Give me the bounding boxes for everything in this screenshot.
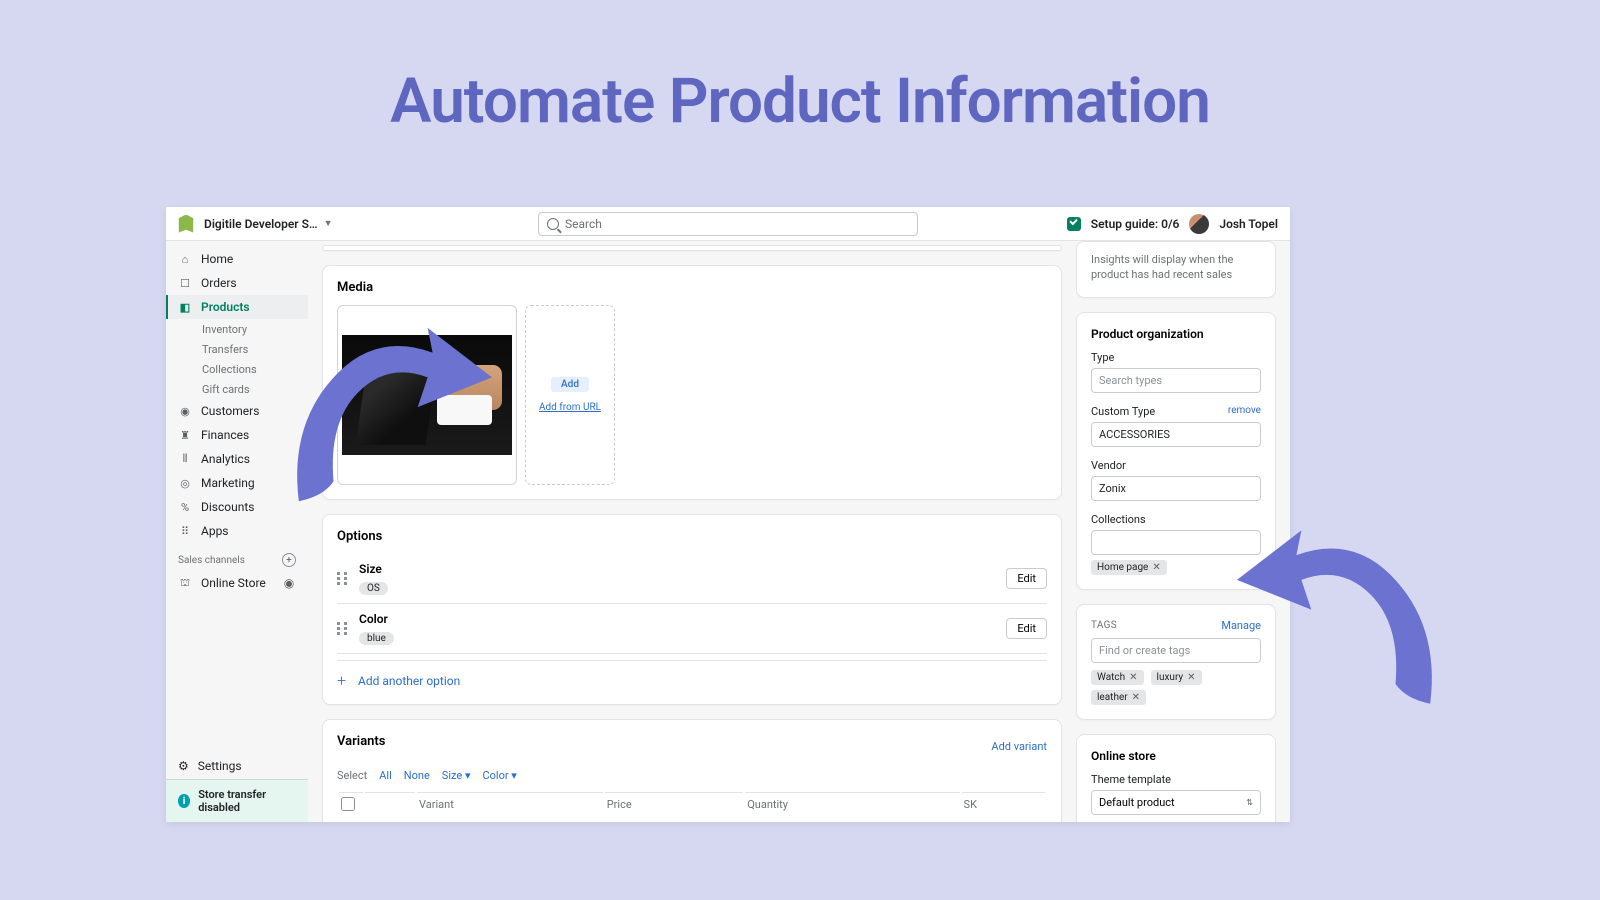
vendor-label: Vendor xyxy=(1091,459,1261,472)
customers-icon: ◉ xyxy=(178,404,192,418)
setup-badge-icon xyxy=(1067,217,1081,231)
add-variant-link[interactable]: Add variant xyxy=(991,740,1047,753)
collection-chip: Home page✕ xyxy=(1091,560,1167,575)
setup-guide[interactable]: Setup guide: 0/6 xyxy=(1091,217,1180,231)
online-store-heading: Online store xyxy=(1091,749,1261,763)
drag-handle-icon[interactable] xyxy=(337,572,349,585)
finances-icon: ♜ xyxy=(178,428,192,442)
tag-chip: Watch✕ xyxy=(1091,670,1144,685)
add-media-button[interactable]: Add xyxy=(551,377,589,392)
remove-chip-icon[interactable]: ✕ xyxy=(1129,672,1137,683)
type-input[interactable] xyxy=(1091,368,1261,393)
gear-icon: ⚙ xyxy=(178,759,189,773)
store-name[interactable]: Digitile Developer S… xyxy=(204,217,318,231)
filter-color[interactable]: Color ▾ xyxy=(482,769,516,782)
discounts-icon: % xyxy=(178,500,192,514)
variants-heading: Variants xyxy=(337,734,385,749)
arrow-decoration-icon xyxy=(1232,522,1450,717)
variants-card: Variants Add variant Select All None Size… xyxy=(322,719,1062,822)
select-none[interactable]: None xyxy=(404,769,430,782)
media-heading: Media xyxy=(337,280,1047,295)
options-card: Options SizeOS Edit Colorblue Edit +Add … xyxy=(322,514,1062,705)
shopify-logo-icon xyxy=(178,215,194,233)
sidebar-item-products[interactable]: ◧Products xyxy=(166,295,308,319)
edit-button[interactable]: Edit xyxy=(1006,618,1047,639)
select-all[interactable]: All xyxy=(379,769,392,782)
remove-chip-icon[interactable]: ✕ xyxy=(1187,672,1195,683)
checkbox[interactable] xyxy=(341,797,355,811)
tag-chip: luxury✕ xyxy=(1151,670,1202,685)
marketing-icon: ◎ xyxy=(178,476,192,490)
eye-icon[interactable]: ◉ xyxy=(282,576,296,590)
custom-type-input[interactable] xyxy=(1091,422,1261,447)
select-label: Select xyxy=(337,769,367,782)
type-label: Type xyxy=(1091,351,1261,364)
avatar[interactable] xyxy=(1189,214,1209,234)
info-icon: i xyxy=(178,794,190,808)
tags-heading: TAGS xyxy=(1091,620,1117,631)
sidebar-settings[interactable]: ⚙Settings xyxy=(166,753,308,779)
orders-icon: ☐ xyxy=(178,276,192,290)
org-heading: Product organization xyxy=(1091,327,1261,341)
theme-helper: Assign a template from your current them… xyxy=(1091,821,1261,822)
analytics-icon: ⫴ xyxy=(178,452,192,466)
apps-icon: ⠿ xyxy=(178,524,192,538)
search-icon xyxy=(547,218,559,230)
online-store-card: Online store Theme template Default prod… xyxy=(1076,734,1276,822)
add-channel-icon[interactable]: + xyxy=(282,553,296,567)
media-dropzone[interactable]: Add Add from URL xyxy=(525,305,615,485)
sidebar-item-onlinestore[interactable]: ⛫Online Store◉ xyxy=(166,571,308,595)
store-icon: ⛫ xyxy=(178,576,192,590)
vendor-input[interactable] xyxy=(1091,476,1261,501)
user-name[interactable]: Josh Topel xyxy=(1219,217,1278,231)
titlebar: Digitile Developer S… ▼ Search Setup gui… xyxy=(166,207,1290,241)
theme-label: Theme template xyxy=(1091,773,1261,786)
filter-size[interactable]: Size ▾ xyxy=(442,769,471,782)
remove-link[interactable]: remove xyxy=(1228,405,1261,416)
search-placeholder: Search xyxy=(565,217,602,231)
select-caret-icon: ⇅ xyxy=(1246,798,1253,807)
remove-chip-icon[interactable]: ✕ xyxy=(1152,562,1160,573)
sales-channels-label: Sales channels+ xyxy=(166,543,308,571)
insights-text: Insights will display when the product h… xyxy=(1091,252,1261,283)
sidebar-item-home[interactable]: ⌂Home xyxy=(166,247,308,271)
tag-chip: leather✕ xyxy=(1091,690,1146,705)
plus-icon: + xyxy=(337,671,346,690)
search-input[interactable]: Search xyxy=(538,212,918,236)
option-row-size: SizeOS Edit xyxy=(337,554,1047,604)
variants-table: VariantPriceQuantitySK xyxy=(337,790,1047,817)
products-icon: ◧ xyxy=(178,300,192,314)
option-row-color: Colorblue Edit xyxy=(337,604,1047,654)
app-window: Digitile Developer S… ▼ Search Setup gui… xyxy=(166,207,1290,822)
custom-type-label: Custom Typeremove xyxy=(1091,405,1261,418)
arrow-decoration-icon xyxy=(279,322,497,512)
home-icon: ⌂ xyxy=(178,252,192,266)
chevron-down-icon[interactable]: ▼ xyxy=(324,218,333,229)
insights-card: Insights will display when the product h… xyxy=(1076,241,1276,298)
remove-chip-icon[interactable]: ✕ xyxy=(1132,692,1140,703)
options-heading: Options xyxy=(337,529,1047,544)
theme-select[interactable]: Default product⇅ xyxy=(1091,790,1261,815)
hero-title: Automate Product Information xyxy=(0,0,1600,188)
add-from-url-link[interactable]: Add from URL xyxy=(539,402,601,413)
drag-handle-icon[interactable] xyxy=(337,622,349,635)
edit-button[interactable]: Edit xyxy=(1006,568,1047,589)
sidebar-item-orders[interactable]: ☐Orders xyxy=(166,271,308,295)
add-option-button[interactable]: +Add another option xyxy=(337,660,1047,690)
store-transfer-banner: iStore transfer disabled xyxy=(166,779,308,822)
sidebar-item-apps[interactable]: ⠿Apps xyxy=(166,519,308,543)
